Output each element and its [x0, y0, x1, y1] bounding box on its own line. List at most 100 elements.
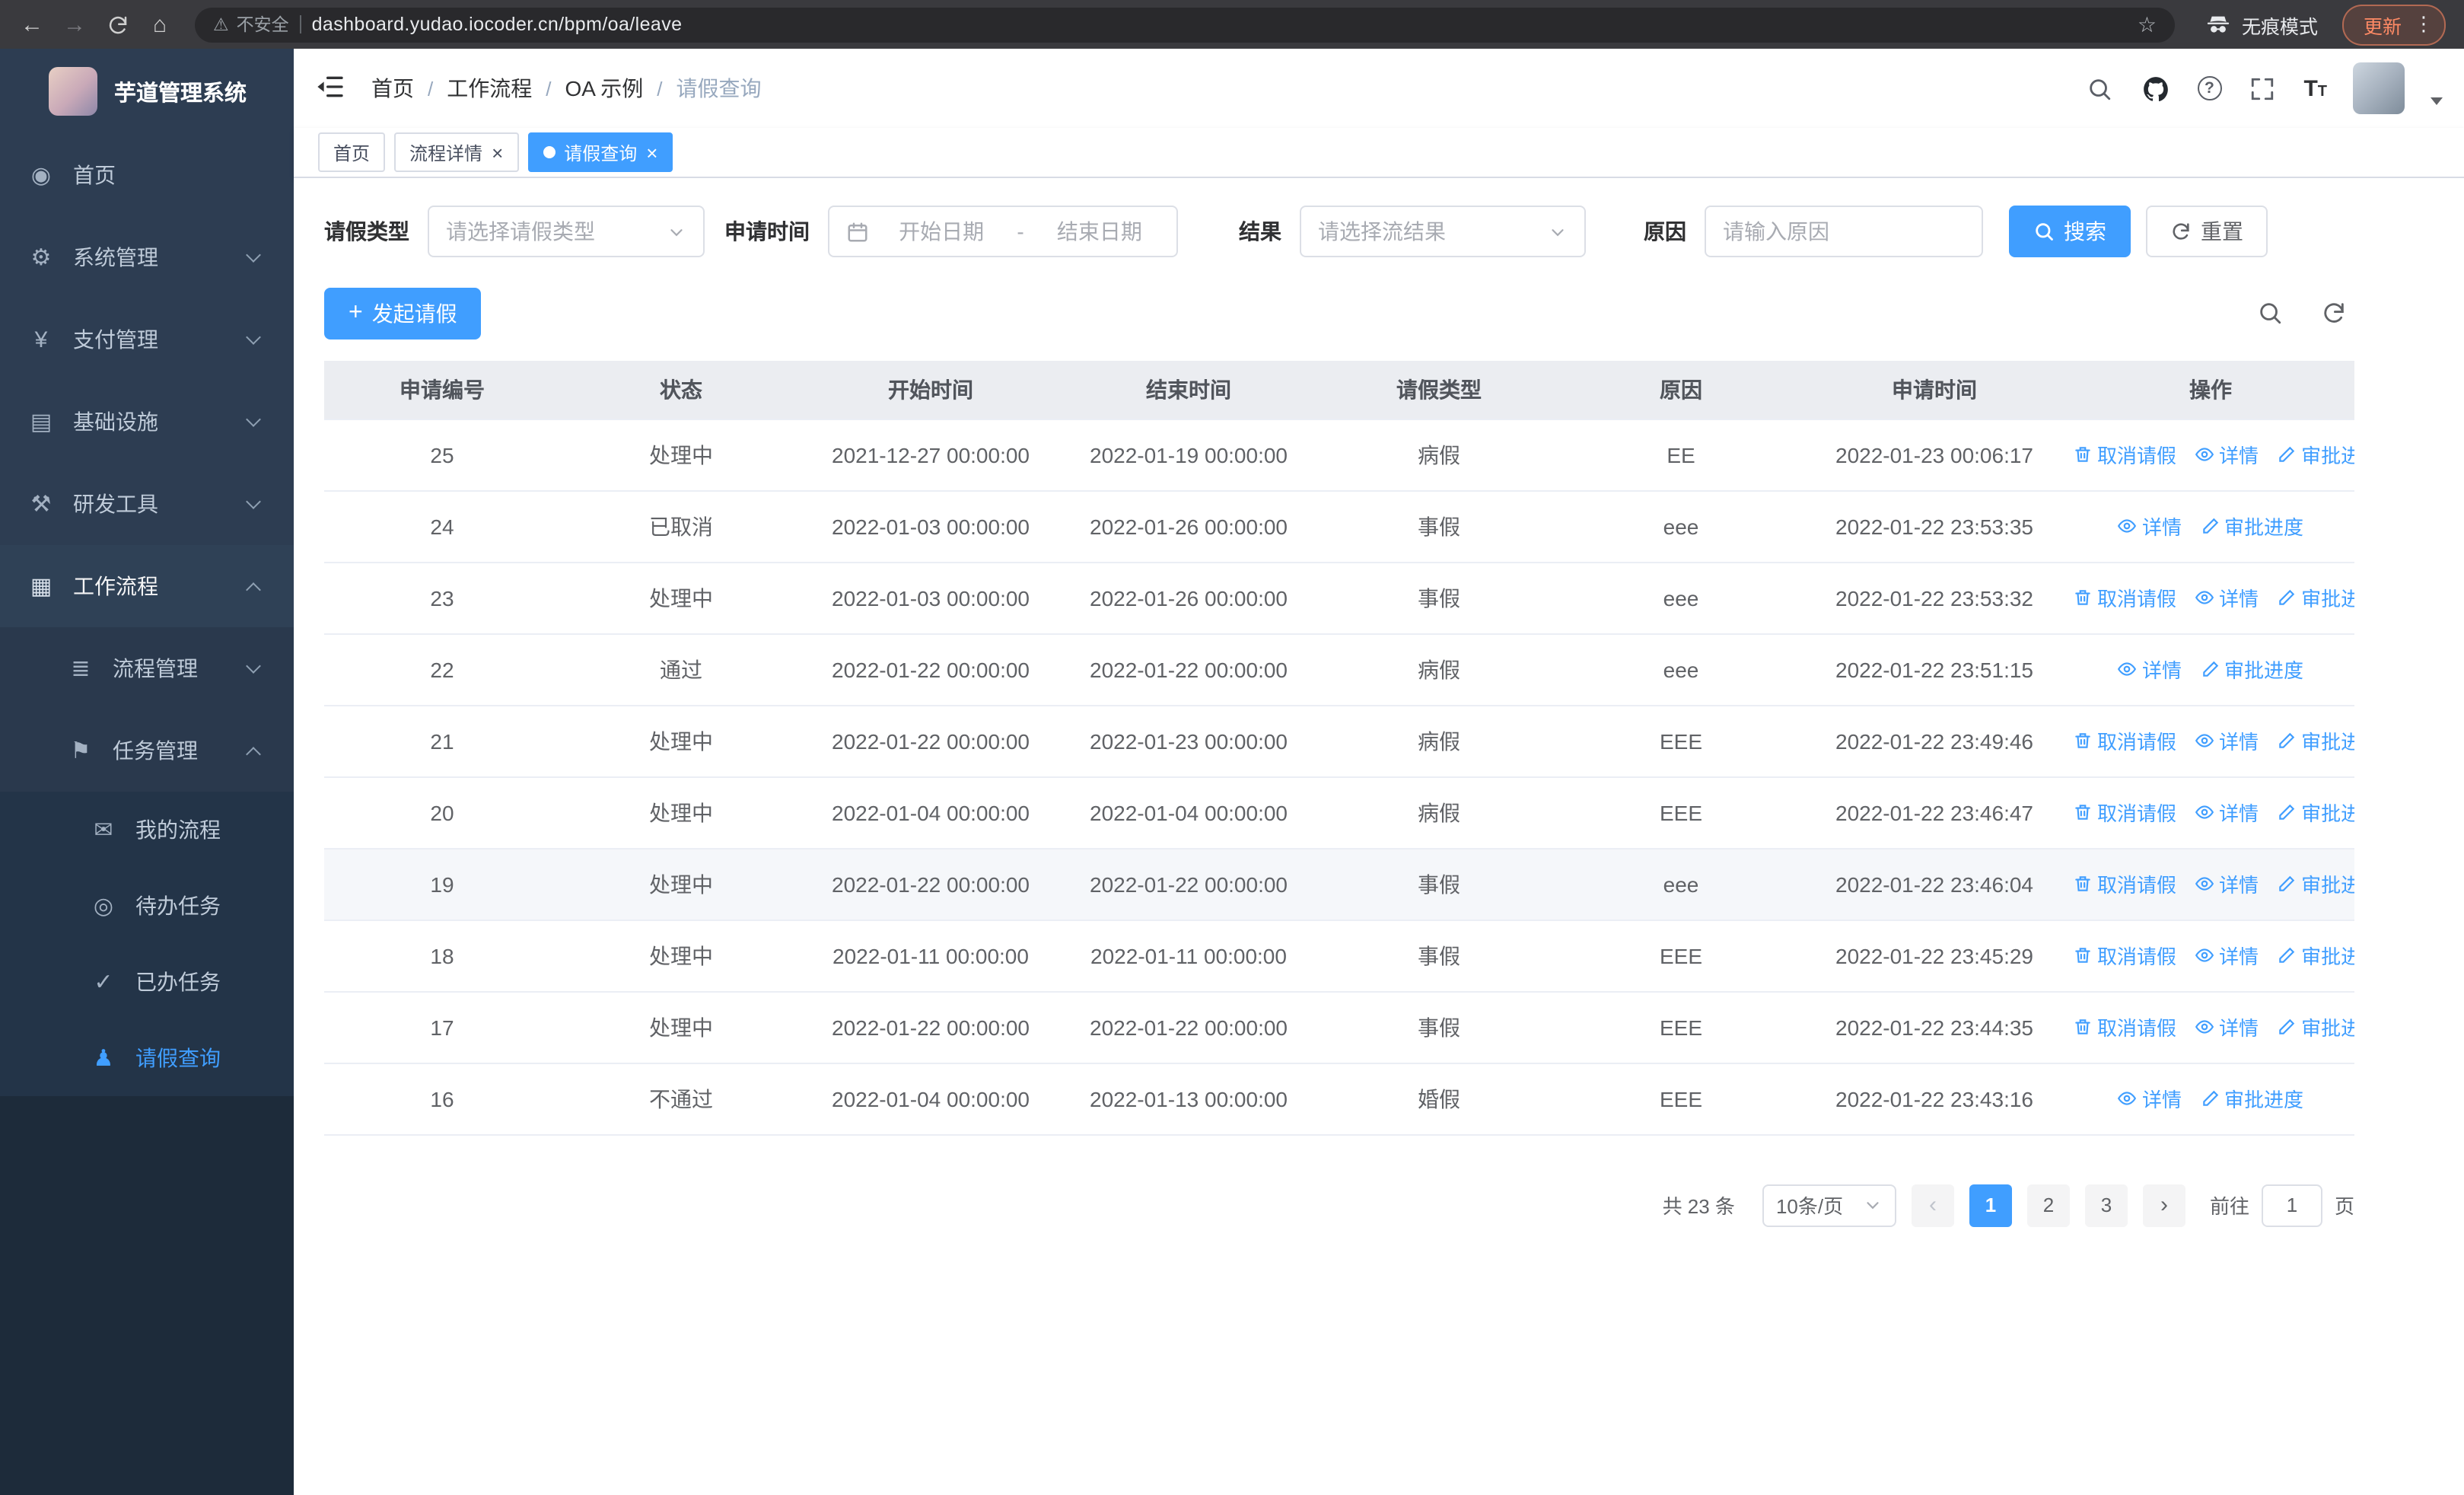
- apply-time-range-picker[interactable]: 开始日期 - 结束日期: [828, 206, 1178, 257]
- sidebar-item-流程管理[interactable]: ≣ 流程管理: [0, 627, 294, 709]
- page-button-2[interactable]: 2: [2026, 1184, 2070, 1226]
- detail-link[interactable]: 详情: [2118, 655, 2182, 684]
- font-size-icon[interactable]: TT: [2303, 77, 2327, 100]
- detail-link[interactable]: 详情: [2195, 583, 2259, 612]
- reset-button[interactable]: 重置: [2146, 206, 2268, 257]
- sidebar-item-任务管理[interactable]: ⚑ 任务管理: [0, 709, 294, 792]
- progress-link[interactable]: 审批进度: [2200, 1084, 2303, 1113]
- detail-link[interactable]: 详情: [2195, 798, 2259, 827]
- back-button[interactable]: ←: [12, 5, 52, 44]
- address-bar[interactable]: ⚠ 不安全 dashboard.yudao.iocoder.cn/bpm/oa/…: [195, 7, 2175, 42]
- help-icon[interactable]: ?: [2197, 76, 2222, 100]
- tab-close-icon[interactable]: ×: [646, 142, 657, 162]
- cell-start-time: 2022-01-22 00:00:00: [802, 705, 1059, 777]
- sidebar-item-研发工具[interactable]: ⚒ 研发工具: [0, 463, 294, 545]
- browser-menu-icon[interactable]: ⋮: [2414, 12, 2434, 37]
- sidebar-item-我的流程[interactable]: ✉ 我的流程: [0, 792, 294, 868]
- forward-button[interactable]: →: [55, 5, 94, 44]
- page-button-1[interactable]: 1: [1969, 1184, 2012, 1226]
- cancel-leave-link[interactable]: 取消请假: [2073, 583, 2176, 612]
- tab-close-icon[interactable]: ×: [492, 142, 503, 162]
- start-date-placeholder[interactable]: 开始日期: [881, 216, 1001, 247]
- column-header-申请编号: 申请编号: [324, 361, 560, 419]
- update-button[interactable]: 更新 ⋮: [2341, 4, 2446, 45]
- cell-actions: 详情 审批进度: [2067, 490, 2354, 563]
- security-chip[interactable]: ⚠ 不安全: [213, 12, 289, 37]
- progress-link[interactable]: 审批进度: [2277, 941, 2354, 970]
- breadcrumb-item-workflow[interactable]: 工作流程: [447, 73, 532, 104]
- cell-apply-time: 2022-01-22 23:53:32: [1802, 562, 2067, 634]
- detail-link[interactable]: 详情: [2195, 941, 2259, 970]
- table-header-row: 申请编号 状态 开始时间 结束时间 请假类型 原因 申请时间 操作: [324, 361, 2354, 419]
- sidebar-collapse-icon[interactable]: [315, 72, 349, 105]
- detail-link[interactable]: 详情: [2195, 440, 2259, 469]
- payment-icon: ¥: [34, 327, 48, 352]
- progress-link[interactable]: 审批进度: [2277, 583, 2354, 612]
- result-select[interactable]: 请选择流结果: [1300, 206, 1586, 257]
- sidebar-item-基础设施[interactable]: ▤ 基础设施: [0, 381, 294, 463]
- reason-input[interactable]: [1705, 206, 1983, 257]
- eye-icon: [2195, 734, 2214, 748]
- progress-link[interactable]: 审批进度: [2200, 512, 2303, 540]
- progress-link[interactable]: 审批进度: [2277, 869, 2354, 898]
- search-icon[interactable]: [2084, 73, 2115, 104]
- url-text: dashboard.yudao.iocoder.cn/bpm/oa/leave: [311, 14, 683, 35]
- end-date-placeholder[interactable]: 结束日期: [1039, 216, 1160, 247]
- cell-status: 已取消: [560, 490, 802, 563]
- breadcrumb-item-oa[interactable]: OA 示例: [565, 73, 644, 104]
- page-button-3[interactable]: 3: [2084, 1184, 2128, 1226]
- cell-apply-time: 2022-01-22 23:53:35: [1802, 490, 2067, 563]
- sidebar-item-支付管理[interactable]: ¥ 支付管理: [0, 298, 294, 381]
- progress-link[interactable]: 审批进度: [2277, 726, 2354, 755]
- leave-type-select[interactable]: 请选择请假类型: [428, 206, 705, 257]
- github-icon[interactable]: [2141, 73, 2171, 104]
- progress-link[interactable]: 审批进度: [2277, 1012, 2354, 1041]
- tab-请假查询[interactable]: 请假查询 ×: [527, 132, 673, 172]
- detail-link[interactable]: 详情: [2118, 1084, 2182, 1113]
- breadcrumb-item-home[interactable]: 首页: [371, 73, 414, 104]
- reload-button[interactable]: [97, 5, 137, 44]
- progress-link[interactable]: 审批进度: [2277, 440, 2354, 469]
- sidebar-item-首页[interactable]: ◉ 首页: [0, 134, 294, 216]
- tab-流程详情[interactable]: 流程详情 ×: [394, 132, 519, 172]
- sidebar-item-已办任务[interactable]: ✓ 已办任务: [0, 944, 294, 1020]
- prev-page-button[interactable]: ‹: [1911, 1184, 1954, 1226]
- cell-status: 处理中: [560, 848, 802, 920]
- detail-link[interactable]: 详情: [2195, 726, 2259, 755]
- progress-link[interactable]: 审批进度: [2277, 798, 2354, 827]
- detail-link[interactable]: 详情: [2118, 512, 2182, 540]
- cell-end-time: 2022-01-13 00:00:00: [1059, 1063, 1318, 1135]
- leave-type-label: 请假类型: [324, 219, 409, 244]
- sidebar-item-系统管理[interactable]: ⚙ 系统管理: [0, 216, 294, 298]
- fullscreen-icon[interactable]: [2247, 73, 2278, 104]
- goto-page-input[interactable]: [2261, 1184, 2322, 1226]
- trash-icon: [2075, 948, 2090, 963]
- page-size-select[interactable]: 10条/页: [1762, 1184, 1896, 1226]
- tab-首页[interactable]: 首页: [318, 132, 386, 172]
- sidebar-item-工作流程[interactable]: ▦ 工作流程: [0, 545, 294, 627]
- bookmark-star-icon[interactable]: ☆: [2138, 11, 2157, 37]
- detail-link[interactable]: 详情: [2195, 869, 2259, 898]
- sidebar-item-待办任务[interactable]: ◎ 待办任务: [0, 868, 294, 944]
- cell-apply-time: 2022-01-22 23:44:35: [1802, 991, 2067, 1063]
- search-button[interactable]: 搜索: [2009, 206, 2131, 257]
- refresh-table-icon[interactable]: [2321, 300, 2348, 327]
- sidebar-item-请假查询[interactable]: ♟ 请假查询: [0, 1020, 294, 1096]
- next-page-button[interactable]: ›: [2142, 1184, 2185, 1226]
- cancel-leave-link[interactable]: 取消请假: [2073, 440, 2176, 469]
- cancel-leave-link[interactable]: 取消请假: [2073, 1012, 2176, 1041]
- process-icon: ≣: [71, 656, 91, 682]
- detail-link[interactable]: 详情: [2195, 1012, 2259, 1041]
- cancel-leave-link[interactable]: 取消请假: [2073, 941, 2176, 970]
- cancel-leave-link[interactable]: 取消请假: [2073, 798, 2176, 827]
- cancel-leave-link[interactable]: 取消请假: [2073, 726, 2176, 755]
- toggle-search-icon[interactable]: [2257, 300, 2284, 327]
- cancel-leave-link[interactable]: 取消请假: [2073, 869, 2176, 898]
- cell-apply-time: 2022-01-22 23:43:16: [1802, 1063, 2067, 1135]
- user-avatar[interactable]: [2353, 62, 2405, 114]
- progress-link[interactable]: 审批进度: [2200, 655, 2303, 684]
- column-header-状态: 状态: [560, 361, 802, 419]
- create-leave-button[interactable]: + 发起请假: [324, 288, 482, 339]
- home-button[interactable]: ⌂: [140, 5, 180, 44]
- chevron-down-icon[interactable]: [2431, 97, 2443, 104]
